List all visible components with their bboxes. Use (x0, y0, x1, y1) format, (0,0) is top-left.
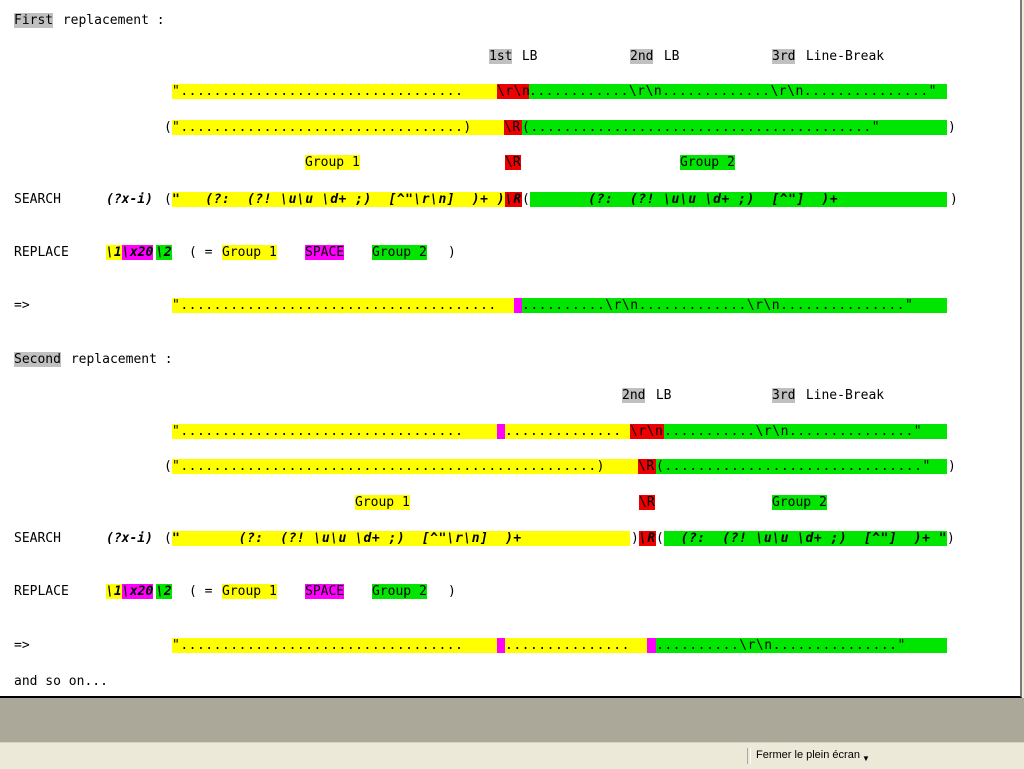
s2-search-open: ( (164, 531, 172, 546)
s1-result-group1: "...................................... (172, 298, 514, 313)
s2-lb3-label: Line-Break (798, 388, 885, 403)
s2-line2-linebreak: \R (638, 459, 656, 474)
s1-replace-label: REPLACE (14, 245, 69, 260)
s2-lb3-key: 3rd (772, 388, 796, 403)
s2-result-arrow: => (14, 638, 30, 653)
close-fullscreen-button[interactable]: Fermer le plein écran (756, 749, 860, 761)
s2-replace-group1-ref: \1 (106, 584, 122, 599)
s2-line1-group1b: .............. (505, 424, 630, 439)
s2-line2-close: ) (948, 459, 956, 474)
s2-search-linebreak: \R (639, 531, 656, 546)
s1-search-close: ) (950, 192, 958, 207)
s2-replace-eq: ( = (189, 584, 213, 599)
s1-lb2-label: LB (656, 49, 680, 64)
s2-line1-group1a: ".................................. (172, 424, 497, 439)
s2-lb2-label: LB (648, 388, 672, 403)
s2-replace-space-ref: \x20 (122, 584, 154, 599)
s1-line1-linebreak: \r\n (497, 84, 529, 99)
s2-replace-space: SPACE (305, 584, 345, 599)
s2-lb2-key: 2nd (622, 388, 646, 403)
s1-replace-group1-ref: \1 (106, 245, 122, 260)
s1-line2-close: ) (948, 120, 956, 135)
s2-r-label: \R (639, 495, 655, 510)
s1-lb2-key: 2nd (630, 49, 654, 64)
document-area: First replacement : 1st LB 2nd LB 3rd Li… (0, 0, 1022, 698)
s1-line2-group1: "..................................) (172, 120, 504, 135)
s2-line1-linebreak: \r\n (630, 424, 664, 439)
s1-result-space (514, 298, 522, 313)
s2-search-close: ) (947, 531, 955, 546)
s2-result-space1 (497, 638, 505, 653)
section2-title: replacement : (63, 352, 173, 367)
s1-search-modifier: (?x-i) (106, 192, 153, 207)
s1-group1-label: Group 1 (305, 155, 360, 170)
s1-replace-group1: Group 1 (222, 245, 277, 260)
s1-r-label: \R (505, 155, 521, 170)
s1-replace-space: SPACE (305, 245, 345, 260)
s2-group2-label: Group 2 (772, 495, 827, 510)
s1-result-arrow: => (14, 298, 30, 313)
section1-title-highlight: First (14, 13, 54, 28)
s2-search-group1: " (?: (?! \u\u \d+ ;) [^"\r\n] )+ (172, 531, 630, 546)
s1-line1-group1: ".................................. (172, 84, 497, 99)
s1-replace-eq: ( = (189, 245, 213, 260)
s1-search-label: SEARCH (14, 192, 61, 207)
s1-line2-linebreak: \R (504, 120, 522, 135)
s2-group1-label: Group 1 (355, 495, 410, 510)
s2-search-label: SEARCH (14, 531, 61, 546)
s2-search-paren: ) (631, 531, 639, 546)
s2-search-green-open: ( (656, 531, 664, 546)
s2-result-group2: ..........\r\n..............." (656, 638, 947, 653)
s2-search-modifier: (?x-i) (106, 531, 153, 546)
s1-search-group1: " (?: (?! \u\u \d+ ;) [^"\r\n] )+ ) (172, 192, 505, 207)
s1-line2-group2: (.......................................… (522, 120, 947, 135)
s1-lb1-label: LB (514, 49, 538, 64)
s2-replace-label: REPLACE (14, 584, 69, 599)
s1-search-group2: (?: (?! \u\u \d+ ;) [^"] )+ " (530, 192, 947, 207)
s2-line1-group2: ...........\r\n..............." (664, 424, 947, 439)
s2-line2-group2: (..............................." (656, 459, 947, 474)
s1-search-linebreak: \R (505, 192, 522, 207)
s2-line1-space (497, 424, 505, 439)
s1-lb1-key: 1st (489, 49, 513, 64)
section1-title: replacement : (55, 13, 165, 28)
s2-result-space2 (647, 638, 656, 653)
s1-group2-label: Group 2 (680, 155, 735, 170)
chevron-down-icon[interactable]: ▼ (862, 754, 870, 763)
s2-line2-open: ( (164, 459, 172, 474)
s2-result-group1b: ............... (505, 638, 647, 653)
s1-replace-group2-ref: \2 (156, 245, 172, 260)
s2-replace-group2: Group 2 (372, 584, 427, 599)
s1-line1-group2: ............\r\n.............\r\n.......… (529, 84, 947, 99)
s1-search-green-open: ( (522, 192, 530, 207)
status-separator (747, 748, 751, 764)
s1-result-group2: ..........\r\n.............\r\n.........… (522, 298, 947, 313)
status-bar: Fermer le plein écran ▼ (0, 742, 1024, 769)
s2-search-group2: (?: (?! \u\u \d+ ;) [^"] )+ " (664, 531, 947, 546)
s2-replace-group1: Group 1 (222, 584, 277, 599)
s1-line2-open: ( (164, 120, 172, 135)
section2-title-highlight: Second (14, 352, 61, 367)
s2-result-group1a: ".................................. (172, 638, 497, 653)
s2-line2-group1: ".......................................… (172, 459, 638, 474)
s2-replace-close: ) (448, 584, 456, 599)
s1-replace-group2: Group 2 (372, 245, 427, 260)
window-background (0, 698, 1024, 742)
s1-search-open: ( (164, 192, 172, 207)
s1-lb3-key: 3rd (772, 49, 796, 64)
s2-replace-group2-ref: \2 (156, 584, 172, 599)
footer-text: and so on... (14, 674, 108, 689)
s1-lb3-label: Line-Break (798, 49, 885, 64)
s1-replace-close: ) (448, 245, 456, 260)
s1-replace-space-ref: \x20 (122, 245, 154, 260)
